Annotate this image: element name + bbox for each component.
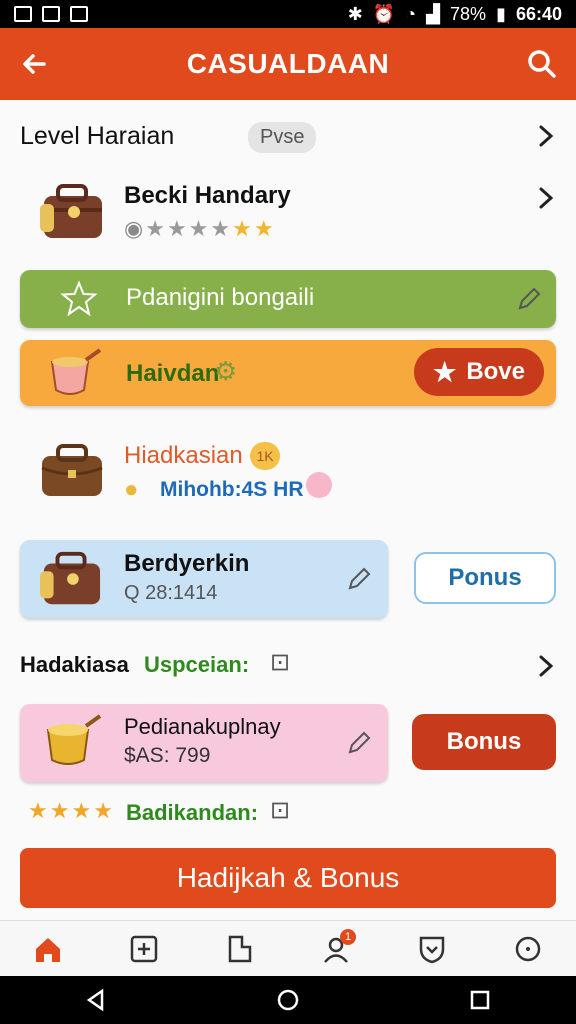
system-nav-bar [0,976,576,1024]
section-title: Level Haraian [20,122,175,150]
app-bar: CASUALDAAN [0,28,576,100]
primary-bonus-button[interactable]: Hadijkah & Bonus [20,848,556,908]
notification-icon [42,6,60,22]
alarm-icon: ⏰ [372,3,396,24]
card-name: Pedianakuplnay [124,714,281,739]
orange-card[interactable]: Haivdan ⚙ ★ Bove [20,340,556,406]
star-icon: ★ [433,356,457,387]
briefcase-icon [40,184,102,238]
green-card[interactable]: Pdanigini bongaili [20,270,556,328]
pot-icon [50,348,102,395]
add-icon[interactable] [128,933,160,965]
edit-icon[interactable] [346,566,372,592]
pink-card[interactable]: Pedianakuplnay $AS: 799 [20,704,388,782]
notification-badge: 1 [340,928,356,945]
home-button-icon[interactable] [276,988,300,1012]
star-icon: ★ [253,216,274,241]
section-title: Hadakiasa [20,652,129,677]
blue-card[interactable]: Berdyerkin Q 28:1414 [20,540,388,618]
star-icon: ★ [166,216,187,241]
coin-icon: ● [124,476,139,503]
card-text: Haivdan [126,360,220,387]
button-label: Bonus [446,728,522,755]
back-icon[interactable] [84,988,108,1012]
star-icon: ★ [49,798,70,823]
star-icon: ★ [28,798,48,823]
share-icon[interactable] [224,933,256,965]
item-name: Becki Handary [124,182,291,209]
card-subtext: $AS: 799 [124,744,211,767]
recents-icon[interactable] [468,988,492,1012]
badge-icon: ◉ [124,216,144,241]
card-name: Berdyerkin [124,550,250,577]
card-subtext: Q 28:1414 [124,582,218,604]
shield-icon[interactable] [416,933,448,965]
edit-box-icon: ⊡ [270,649,291,676]
edit-box-icon: ⊡ [270,797,291,824]
star-icon: ★ [145,216,165,241]
status-bar: ✱ ⏰ ◔ ▟ 78% ▮ 66:40 [0,0,576,28]
gear-icon: ⚙ [214,356,238,386]
rating-stars: ★ ★ ★ ★ [28,798,113,824]
star-outline-icon [60,280,98,317]
edit-icon[interactable] [346,730,372,756]
smiley-icon [306,472,332,498]
count-badge: 1K [250,442,280,470]
chat-icon[interactable] [512,933,544,965]
star-icon: ★ [188,216,209,241]
bottom-nav: 1 [0,920,576,976]
section-pill[interactable]: Pvse [248,122,317,153]
profile-nav[interactable]: 1 [320,928,356,965]
wifi-icon: ◔ [405,3,417,24]
bove-button[interactable]: ★ Bove [414,348,544,396]
section-subtitle: Uspceian: [144,652,250,677]
rating-stars: ◉ ★ ★ ★ ★ ★ ★ [124,216,274,242]
chevron-right-icon[interactable] [536,654,556,678]
mail-icon [70,6,88,22]
rating-label: Badikandan: [126,800,259,825]
pot-icon [46,714,102,765]
button-label: Hadijkah & Bonus [176,862,400,893]
signal-icon: ▟ [426,3,441,24]
star-icon: ★ [93,798,113,823]
star-icon: ★ [232,216,252,241]
main-content: Level Haraian Pvse Becki Handary ◉ ★ ★ ★… [0,100,576,920]
ponus-button[interactable]: Ponus [414,552,556,604]
page-title: CASUALDAAN [186,48,390,79]
battery-icon: ▮ [496,3,506,24]
chevron-right-icon[interactable] [536,124,556,148]
item-subtext: Mihohb:4S HR [160,478,304,501]
bluetooth-icon: ✱ [347,3,363,24]
battery-percent: 78% [450,3,487,24]
clock: 66:40 [515,3,562,24]
bag-icon [41,444,103,496]
star-icon: ★ [210,216,231,241]
card-text: Pdanigini bongaili [126,284,315,311]
back-arrow-icon[interactable] [18,48,50,80]
button-label: Ponus [448,564,522,591]
item-name: Hiadkasian [124,442,243,469]
star-icon: ★ [71,798,92,823]
briefcase-icon [40,551,101,605]
bonus-button[interactable]: Bonus [412,714,556,770]
search-icon[interactable] [526,48,558,80]
button-label: Bove [466,358,525,385]
home-icon[interactable] [32,933,64,965]
notification-icon [14,6,32,22]
edit-icon[interactable] [516,286,542,312]
chevron-right-icon[interactable] [536,186,556,210]
